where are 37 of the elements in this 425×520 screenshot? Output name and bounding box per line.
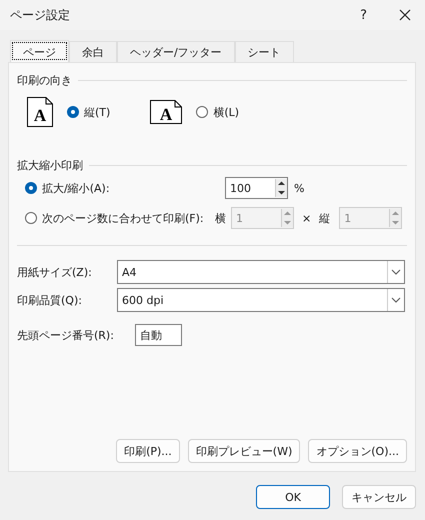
- print-quality-dropdown[interactable]: 600 dpi: [117, 288, 405, 312]
- dialog-button[interactable]: 印刷プレビュー(W): [188, 439, 300, 463]
- window-title: ページ設定: [10, 6, 71, 24]
- radio-label[interactable]: 横(L): [213, 104, 240, 120]
- dialog-button[interactable]: 印刷(P)...: [116, 439, 180, 463]
- field-label: 先頭ページ番号(R):: [17, 328, 115, 342]
- radio-button[interactable]: [196, 106, 208, 118]
- paper-size-dropdown[interactable]: A4: [117, 260, 405, 284]
- input-field[interactable]: 自動: [135, 324, 182, 346]
- unit-label: %: [294, 182, 304, 194]
- tab[interactable]: シート: [234, 41, 294, 62]
- dialog-button[interactable]: OK: [256, 485, 330, 509]
- chevron-down-icon[interactable]: [391, 269, 401, 275]
- field-label: 用紙サイズ(Z):: [17, 264, 93, 280]
- section-title: 拡大縮小印刷: [17, 158, 83, 173]
- percent-spinbox[interactable]: 100: [225, 177, 288, 199]
- tall-label: 縦: [319, 210, 332, 226]
- page-letter: A: [34, 106, 46, 125]
- radio-button[interactable]: [25, 182, 37, 194]
- help-button[interactable]: ?: [360, 8, 367, 22]
- times-label: ×: [302, 212, 312, 224]
- chevron-down-icon[interactable]: [391, 297, 401, 303]
- radio-label[interactable]: 縦(T): [84, 104, 110, 120]
- tab[interactable]: 余白: [69, 41, 117, 62]
- radio-label[interactable]: 拡大/縮小(A):: [42, 180, 110, 196]
- section-title: 印刷の向き: [17, 73, 72, 88]
- close-icon[interactable]: [399, 9, 411, 21]
- wide-label: 横: [215, 210, 227, 226]
- field-label: 印刷品質(Q):: [17, 292, 83, 308]
- up-arrow-icon[interactable]: [276, 179, 287, 188]
- radio-button[interactable]: [67, 106, 79, 118]
- tab[interactable]: ページ: [10, 40, 69, 62]
- dialog-button[interactable]: キャンセル: [342, 485, 416, 509]
- dialog-button[interactable]: オプション(O)...: [308, 439, 407, 463]
- page-letter: A: [160, 105, 172, 124]
- down-arrow-icon[interactable]: [276, 188, 287, 197]
- tab[interactable]: ヘッダー/フッター: [117, 41, 235, 62]
